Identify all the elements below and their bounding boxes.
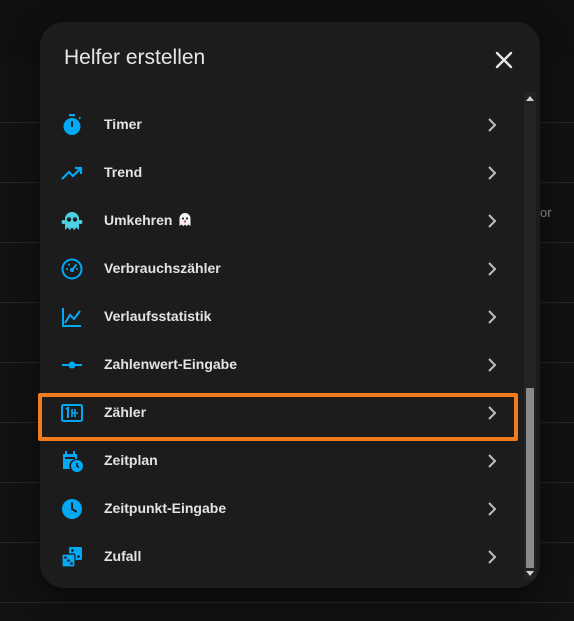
trending-up-icon — [61, 166, 83, 180]
chevron-right-icon — [488, 406, 497, 420]
close-button[interactable] — [490, 46, 518, 74]
list-item-zufall[interactable]: Zufall — [40, 533, 520, 581]
dialog-title: Helfer erstellen — [64, 46, 206, 69]
chevron-right-icon — [488, 118, 497, 132]
slider-icon — [62, 361, 82, 369]
list-item-zeitpunkt-eingabe[interactable]: Zeitpunkt-Eingabe — [40, 485, 520, 533]
counter-icon — [61, 404, 83, 422]
list-item-label: Verlaufsstatistik — [104, 308, 212, 324]
create-helper-dialog: Helfer erstellen Timer Trend Umkehren Ve… — [40, 22, 540, 588]
list-item-label: Zeitplan — [104, 452, 158, 468]
list-item-verlaufsstatistik[interactable]: Verlaufsstatistik — [40, 293, 520, 341]
chevron-right-icon — [488, 262, 497, 276]
list-item-zahlenwert-eingabe[interactable]: Zahlenwert-Eingabe — [40, 341, 520, 389]
chevron-right-icon — [488, 310, 497, 324]
chevron-right-icon — [488, 358, 497, 372]
scrollbar-thumb[interactable] — [526, 388, 534, 568]
gauge-icon — [61, 258, 83, 280]
chevron-right-icon — [488, 166, 497, 180]
list-scrollbar[interactable] — [524, 92, 536, 580]
list-item-label: Zufall — [104, 548, 142, 564]
list-item-label: Umkehren — [104, 212, 192, 228]
background-text-fragment: or — [540, 205, 552, 220]
close-icon — [495, 51, 513, 69]
background-divider — [0, 602, 574, 603]
chevron-right-icon — [488, 214, 497, 228]
scroll-down-arrow-icon[interactable] — [524, 568, 536, 580]
scroll-up-arrow-icon[interactable] — [524, 92, 536, 104]
list-item-verbrauchszaehler[interactable]: Verbrauchszähler — [40, 245, 520, 293]
list-item-label: Trend — [104, 164, 143, 180]
chevron-right-icon — [488, 454, 497, 468]
helper-list: Timer Trend Umkehren Verbrauchszähler Ve… — [40, 101, 520, 581]
list-item-label: Zahlenwert-Eingabe — [104, 356, 238, 372]
ghost-emoji-icon — [179, 213, 191, 226]
chevron-right-icon — [488, 550, 497, 564]
list-item-timer[interactable]: Timer — [40, 101, 520, 149]
chevron-right-icon — [488, 502, 497, 516]
list-item-label: Timer — [104, 116, 142, 132]
list-item-label: Verbrauchszähler — [104, 260, 221, 276]
clock-icon — [62, 499, 82, 519]
chart-line-icon — [62, 308, 81, 327]
list-item-label: Zähler — [104, 404, 147, 420]
timer-icon — [63, 114, 81, 135]
calendar-clock-icon — [63, 451, 83, 472]
list-item-zeitplan[interactable]: Zeitplan — [40, 437, 520, 485]
list-item-trend[interactable]: Trend — [40, 149, 520, 197]
dice-icon — [61, 547, 82, 568]
list-item-umkehren[interactable]: Umkehren — [40, 197, 520, 245]
list-item-zaehler[interactable]: Zähler — [40, 389, 520, 437]
ghost-icon — [61, 212, 83, 230]
list-item-label: Zeitpunkt-Eingabe — [104, 500, 227, 516]
